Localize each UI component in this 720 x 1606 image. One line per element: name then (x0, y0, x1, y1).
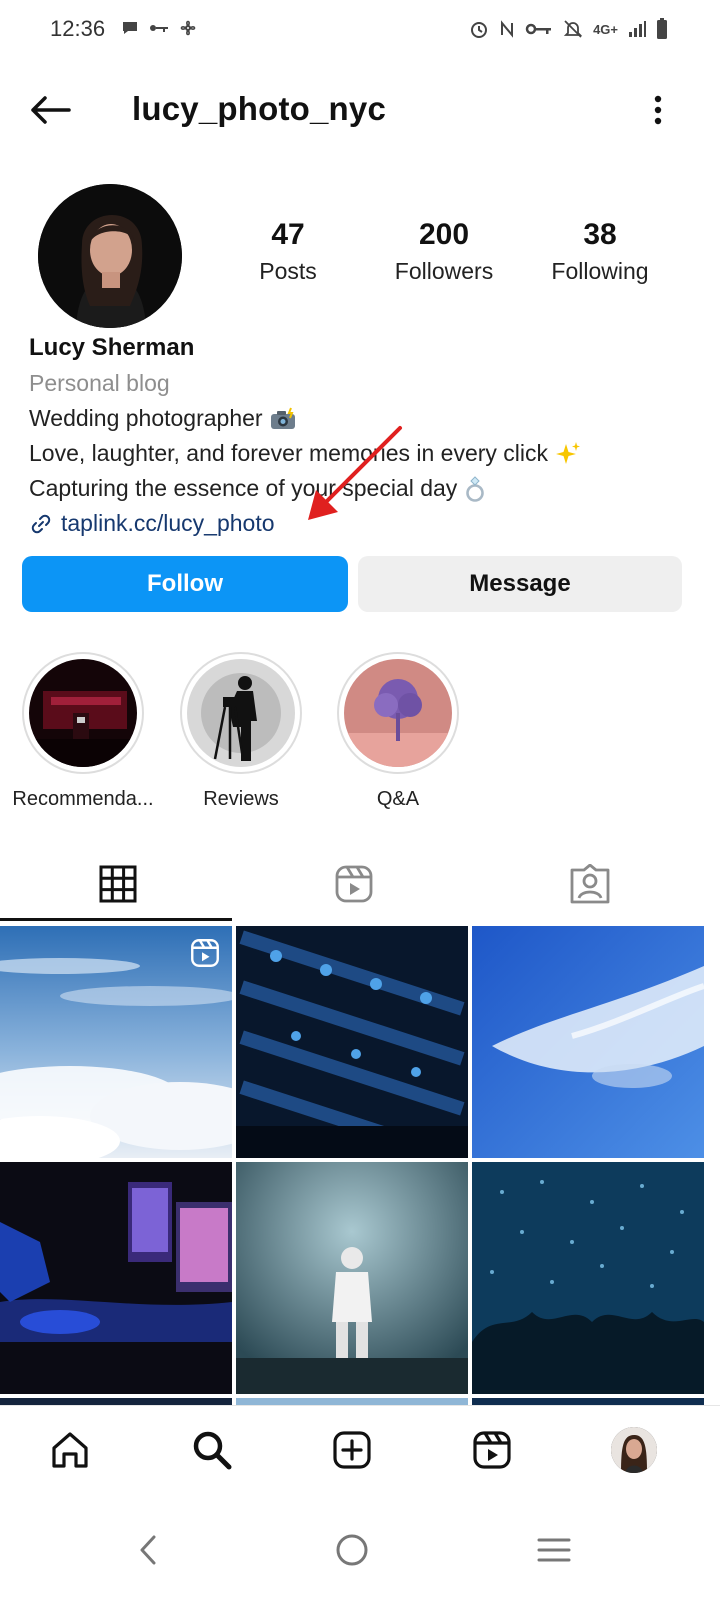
tab-reels[interactable] (236, 845, 472, 923)
status-time: 12:36 (50, 16, 106, 41)
post-tile[interactable] (472, 1162, 704, 1394)
highlight-cover (29, 659, 137, 767)
tab-grid[interactable] (0, 845, 236, 923)
stat-following-label: Following (551, 258, 649, 284)
post-tile[interactable] (0, 1162, 232, 1394)
back-button[interactable] (26, 90, 74, 130)
bio-line: Love, laughter, and forever memories in … (29, 436, 709, 471)
grid-icon (99, 865, 137, 903)
system-back-button[interactable] (118, 1522, 178, 1578)
bio-link-text: taplink.cc/lucy_photo (61, 510, 275, 536)
stat-followers-count: 200 (418, 218, 470, 251)
follow-button[interactable]: Follow (22, 556, 348, 612)
page-title: lucy_photo_nyc (132, 90, 387, 127)
stat-followers-label: Followers (394, 258, 494, 284)
nfc-icon (499, 19, 515, 39)
post-tile[interactable] (236, 926, 468, 1158)
fan-icon (178, 18, 198, 38)
ring-emoji (463, 475, 487, 503)
profile-tabs (0, 845, 720, 923)
recents-menu-icon (537, 1538, 571, 1562)
bio-text: Love, laughter, and forever memories in … (29, 440, 549, 466)
mute-icon (563, 19, 583, 39)
bio-line: Wedding photographer (29, 401, 709, 436)
vpn-key-icon (525, 22, 553, 36)
stat-followers[interactable]: 200 Followers (374, 218, 514, 285)
stat-following[interactable]: 38 Following (530, 218, 670, 285)
search-icon (193, 1431, 232, 1470)
tagged-person-icon (570, 864, 610, 904)
profile-category: Personal blog (29, 370, 170, 396)
stat-posts-label: Posts (259, 258, 317, 284)
signal-icon (628, 20, 646, 38)
status-bar: 12:36 4G+ (0, 0, 720, 62)
message-button[interactable]: Message (358, 556, 682, 612)
sparkles-emoji (554, 441, 582, 467)
system-navigation (0, 1500, 720, 1606)
reels-icon (473, 1431, 511, 1469)
home-circle-icon (336, 1534, 368, 1566)
system-recents-button[interactable] (524, 1522, 584, 1578)
profile-header: lucy_photo_nyc (0, 70, 720, 150)
stat-posts-count: 47 (271, 218, 305, 251)
nav-profile[interactable] (608, 1424, 660, 1476)
nav-create[interactable] (326, 1424, 378, 1476)
camera-flash-emoji (269, 407, 297, 431)
profile-bio: Lucy Sherman Personal blog Wedding photo… (29, 330, 709, 541)
alarm-icon (469, 19, 489, 39)
more-options-button[interactable] (646, 90, 670, 130)
post-tile[interactable] (472, 926, 704, 1158)
stat-following-count: 38 (583, 218, 617, 251)
bio-text: Wedding photographer (29, 405, 263, 431)
link-icon (31, 514, 51, 533)
tab-tagged[interactable] (472, 845, 708, 923)
network-type: 4G+ (593, 21, 618, 37)
plus-square-icon (333, 1431, 371, 1469)
active-tab-indicator (0, 918, 232, 921)
highlight-label: Reviews (203, 788, 279, 810)
home-icon (52, 1432, 88, 1468)
highlight-recommendations[interactable]: Recommenda... (8, 652, 158, 811)
key-icon (148, 21, 170, 35)
more-vertical-icon (654, 95, 662, 125)
bio-text: Capturing the essence of your special da… (29, 475, 458, 501)
arrow-left-icon (31, 96, 71, 124)
profile-stats: 47 Posts 200 Followers 38 Following (230, 218, 690, 298)
bio-line: Capturing the essence of your special da… (29, 471, 709, 506)
profile-name: Lucy Sherman (29, 334, 195, 361)
highlight-cover (187, 659, 295, 767)
reel-badge-icon (191, 939, 219, 967)
profile-avatar[interactable] (38, 184, 182, 328)
post-tile[interactable] (236, 1162, 468, 1394)
battery-icon (656, 18, 668, 40)
stat-posts[interactable]: 47 Posts (218, 218, 358, 285)
highlight-reviews[interactable]: Reviews (166, 652, 316, 811)
highlight-label: Recommenda... (12, 788, 154, 810)
back-chevron-icon (140, 1535, 156, 1565)
profile-avatar-small (611, 1427, 657, 1473)
highlight-label: Q&A (376, 788, 420, 810)
highlight-cover (344, 659, 452, 767)
nav-reels[interactable] (466, 1424, 518, 1476)
nav-home[interactable] (44, 1424, 96, 1476)
nav-search[interactable] (186, 1424, 238, 1476)
message-icon (120, 18, 140, 38)
system-home-button[interactable] (322, 1522, 382, 1578)
bio-link[interactable]: taplink.cc/lucy_photo (29, 506, 709, 541)
post-tile[interactable] (0, 926, 232, 1158)
reels-icon (335, 865, 373, 903)
bottom-navigation (0, 1405, 720, 1493)
highlight-qa[interactable]: Q&A (323, 652, 473, 811)
